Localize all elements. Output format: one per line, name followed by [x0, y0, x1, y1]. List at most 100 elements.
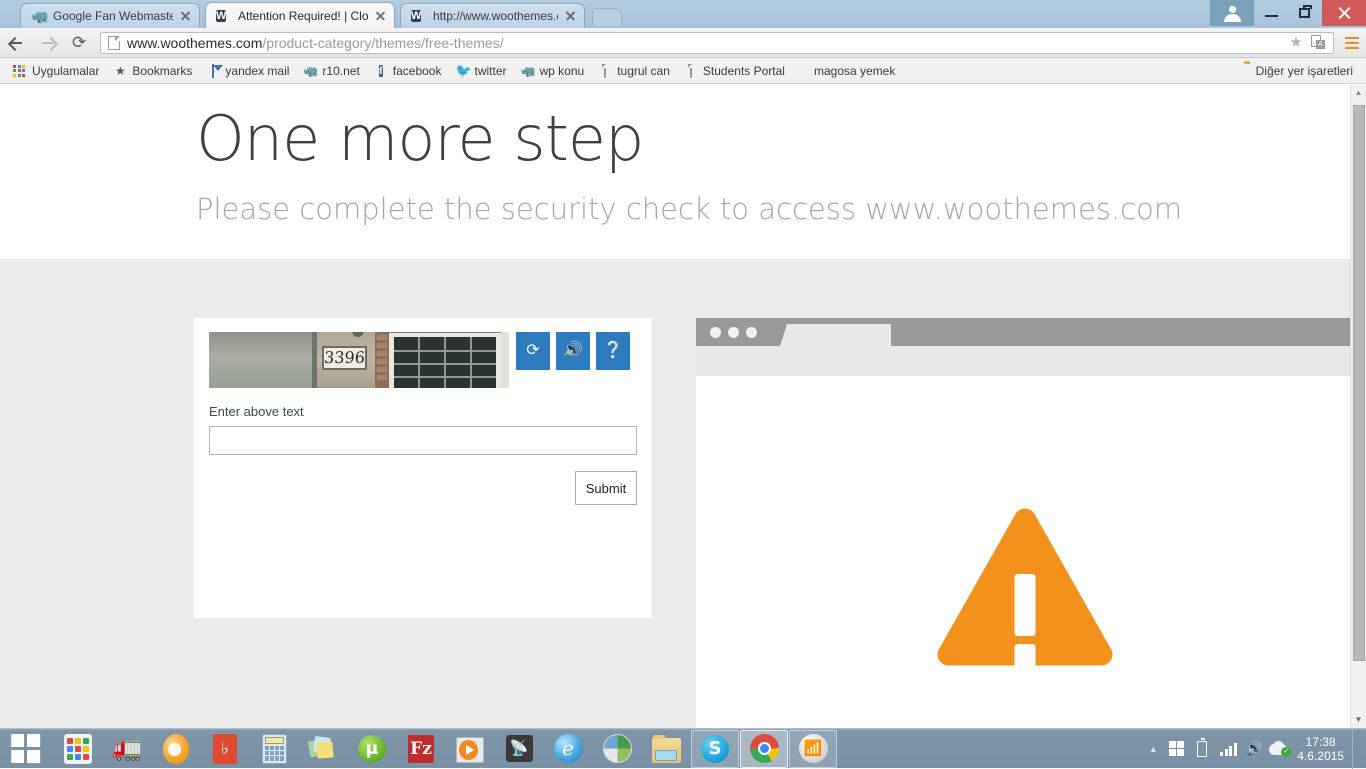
- taskbar-item-skype[interactable]: S: [691, 729, 739, 768]
- battery-icon[interactable]: [1189, 729, 1215, 769]
- bunny-icon: 🦏: [303, 63, 319, 78]
- translate-icon[interactable]: A: [1307, 32, 1329, 54]
- woothemes-w-icon: W: [411, 10, 422, 22]
- other-bookmarks-label: Diğer yer işaretleri: [1255, 63, 1353, 78]
- taskbar-item-notepad-app[interactable]: ♭: [201, 730, 249, 768]
- filezilla-icon: Fz: [408, 734, 434, 763]
- red-box-icon: ♭: [213, 733, 237, 764]
- chrome-menu-icon[interactable]: [1338, 28, 1366, 58]
- system-tray: ▲ 🔊 ✓ 17:38 4.6.2015: [1143, 728, 1366, 769]
- url-path: /product-category/themes/free-themes/: [262, 34, 504, 51]
- warning-exclamation-stem: [1014, 574, 1036, 636]
- folder-icon: [651, 734, 681, 763]
- taskbar-item-internet-explorer[interactable]: e: [544, 730, 592, 768]
- scroll-up-arrow[interactable]: ▲: [1351, 85, 1366, 101]
- address-bar[interactable]: www.woothemes.com/product-category/theme…: [100, 31, 1334, 54]
- taskbar-item-google-chrome[interactable]: [740, 729, 788, 768]
- bookmark-bookmarks[interactable]: ★ Bookmarks: [106, 61, 199, 81]
- bookmark-star-icon[interactable]: ★: [1285, 32, 1307, 54]
- taskbar-item-apps-launcher[interactable]: [54, 730, 102, 768]
- tab-strip: 🦏 Google Fan Webmaster Fo W Attention Re…: [0, 0, 1366, 28]
- taskbar-item-filezilla[interactable]: Fz: [397, 730, 445, 768]
- mock-tab: [787, 324, 891, 346]
- taskbar-item-euro-truck-simulator[interactable]: 🚛: [103, 730, 151, 768]
- taskbar-item-gom-player[interactable]: [152, 730, 200, 768]
- bookmark-label: Bookmarks: [132, 63, 193, 78]
- bookmark-label: r10.net: [322, 63, 360, 78]
- bookmark-students-portal[interactable]: Students Portal: [677, 61, 792, 81]
- bookmark-twitter[interactable]: 🐦 twitter: [448, 61, 513, 81]
- bookmark-yandex-mail[interactable]: yandex mail: [199, 61, 296, 81]
- close-icon[interactable]: [179, 9, 193, 23]
- cloud-sync-icon[interactable]: ✓: [1267, 729, 1293, 769]
- chrome-icon: [749, 734, 779, 763]
- taskbar-items: 🚛 ♭ µ Fz 📡 e S 📶: [54, 729, 837, 768]
- other-bookmarks-folder[interactable]: Diğer yer işaretleri: [1230, 61, 1360, 81]
- taskbar-item-wifi-manager[interactable]: 📶: [789, 729, 837, 768]
- close-icon[interactable]: [564, 9, 578, 23]
- refresh-icon[interactable]: ⟳: [516, 332, 550, 370]
- bookmark-r10net[interactable]: 🦏 r10.net: [296, 61, 366, 81]
- speaker-icon[interactable]: 🔊: [556, 332, 590, 370]
- scrollbar-thumb[interactable]: [1353, 105, 1365, 661]
- windows-taskbar: 🚛 ♭ µ Fz 📡 e S 📶 ▲ 🔊 ✓ 17:38 4.6.2015: [0, 728, 1366, 769]
- windows-start-icon[interactable]: [2, 730, 48, 768]
- clock-time: 17:38: [1305, 734, 1336, 749]
- notes-icon: [307, 734, 338, 764]
- bookmark-wp-konu[interactable]: 🦏 wp konu: [514, 61, 592, 81]
- help-icon[interactable]: ❔: [596, 332, 630, 370]
- new-tab-button[interactable]: [592, 8, 622, 26]
- volume-icon[interactable]: 🔊: [1241, 729, 1267, 769]
- warning-triangle-icon: [936, 508, 1114, 668]
- bookmark-facebook[interactable]: f facebook: [367, 61, 449, 81]
- taskbar-item-utorrent[interactable]: µ: [348, 730, 396, 768]
- mock-titlebar: [696, 318, 1350, 346]
- bookmark-uygulamalar[interactable]: Uygulamalar: [6, 61, 106, 81]
- scroll-down-arrow[interactable]: ▼: [1351, 712, 1366, 728]
- captcha-image[interactable]: 3396: [209, 332, 509, 388]
- signal-bars-icon[interactable]: [1215, 729, 1241, 769]
- browser-tab-3[interactable]: W http://www.woothemes.co: [400, 3, 585, 28]
- show-hidden-icons-arrow[interactable]: ▲: [1143, 729, 1163, 769]
- page-title: One more step: [196, 102, 644, 175]
- taskbar-item-calculator[interactable]: [250, 730, 298, 768]
- forward-button[interactable]: [32, 28, 64, 58]
- url-domain: www.woothemes.com: [127, 34, 263, 51]
- page-icon: [684, 63, 698, 78]
- captcha-input-label: Enter above text: [209, 404, 304, 419]
- taskbar-item-rss-reader[interactable]: 📡: [495, 730, 543, 768]
- page-info-icon[interactable]: [108, 35, 120, 50]
- submit-button[interactable]: Submit: [575, 471, 637, 505]
- tab-title: Attention Required! | Clou: [238, 8, 368, 23]
- browser-tab-2[interactable]: W Attention Required! | Clou: [205, 2, 395, 28]
- minimize-button[interactable]: [1254, 0, 1288, 26]
- apps-grid-icon: [64, 733, 92, 764]
- reload-button[interactable]: ⟳: [64, 28, 96, 58]
- page-scrollbar[interactable]: ▲ ▼: [1350, 85, 1366, 728]
- window-controls: [1210, 0, 1366, 26]
- show-desktop-button[interactable]: [1352, 728, 1360, 769]
- user-avatar-icon[interactable]: [1210, 0, 1254, 26]
- taskbar-item-media-player[interactable]: [446, 730, 494, 768]
- back-arrow-icon: [10, 37, 22, 49]
- restore-button[interactable]: [1288, 0, 1322, 26]
- close-icon[interactable]: [374, 9, 388, 23]
- captcha-input[interactable]: [209, 426, 637, 455]
- bookmark-label: tugrul can: [617, 63, 670, 78]
- bunny-icon: 🦏: [520, 63, 536, 78]
- egg-icon: [163, 733, 189, 764]
- browser-tab-1[interactable]: 🦏 Google Fan Webmaster Fo: [20, 3, 200, 28]
- bunny-icon: 🦏: [31, 8, 49, 24]
- taskbar-clock[interactable]: 17:38 4.6.2015: [1293, 735, 1352, 763]
- bookmark-magosa-yemek[interactable]: magosa yemek: [792, 61, 902, 81]
- taskbar-item-maxthon-browser[interactable]: [593, 730, 641, 768]
- close-window-button[interactable]: [1322, 0, 1366, 26]
- browser-toolbar: ⟳ www.woothemes.com/product-category/the…: [0, 28, 1366, 58]
- taskbar-item-sticky-notes[interactable]: [299, 730, 347, 768]
- back-button[interactable]: [0, 28, 32, 58]
- bookmark-tugrul-can[interactable]: tugrul can: [591, 61, 677, 81]
- windows-flag-icon[interactable]: [1163, 729, 1189, 769]
- hero-section: One more step Please complete the securi…: [0, 85, 1366, 259]
- taskbar-item-file-explorer[interactable]: [642, 730, 690, 768]
- twitter-icon: 🐦: [455, 62, 472, 78]
